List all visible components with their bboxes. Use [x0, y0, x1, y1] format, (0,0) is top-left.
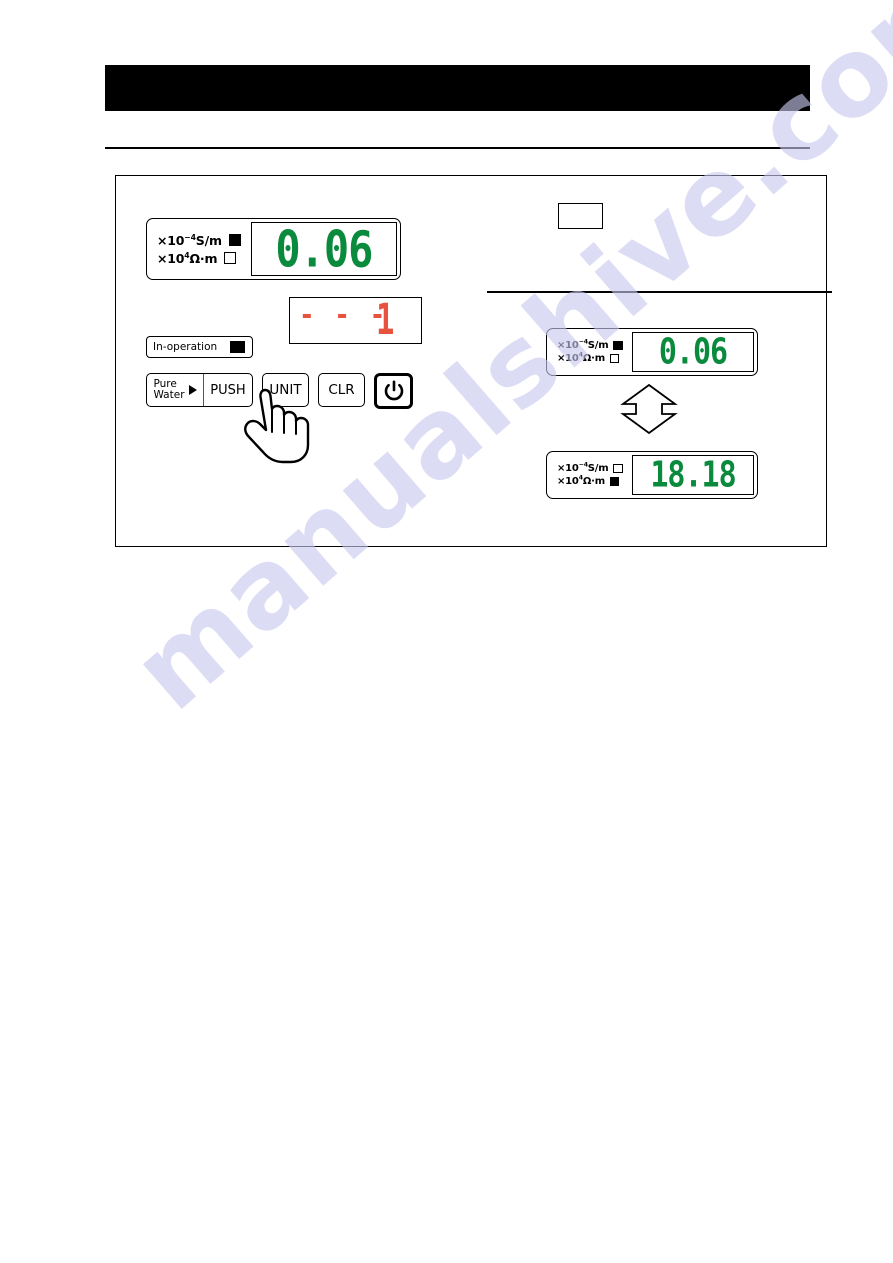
- red-display-digit: 1: [375, 295, 394, 345]
- up-down-toggle-arrow: [618, 383, 680, 440]
- led-indicator-siemens: [613, 463, 623, 474]
- unit-label-ohm: ×104Ω·m: [557, 351, 605, 364]
- led-indicator-siemens: [613, 340, 623, 351]
- clr-button[interactable]: CLR: [318, 373, 365, 407]
- bottom-meter-value: 18.18: [650, 454, 736, 496]
- header-divider-rule: [105, 147, 810, 149]
- unit-label-siemens: ×10−4S/m: [557, 461, 609, 474]
- main-meter-value: 0.06: [275, 220, 373, 278]
- led-indicator-ohm: [609, 476, 620, 487]
- unit-row-ohm: ×104Ω·m: [557, 474, 623, 487]
- resistivity-mode-meter: ×10−4S/m ×104Ω·m 18.18: [546, 451, 758, 499]
- right-triangle-icon: [188, 385, 197, 395]
- top-meter-value: 0.06: [658, 331, 728, 373]
- bottom-meter-screen: 18.18: [631, 454, 754, 496]
- led-indicator-ohm: [224, 252, 237, 264]
- pure-water-label: Pure Water: [153, 378, 185, 401]
- top-meter-unit-legend: ×10−4S/m ×104Ω·m: [550, 332, 629, 372]
- page-header-bar: [105, 65, 810, 111]
- blank-callout-box: [558, 203, 603, 229]
- main-meter-unit-legend: ×10−4S/m ×104Ω·m: [150, 222, 247, 276]
- in-operation-led: [230, 341, 245, 353]
- bottom-meter-unit-legend: ×10−4S/m ×104Ω·m: [550, 455, 629, 495]
- unit-row-ohm: ×104Ω·m: [557, 351, 623, 364]
- pointing-hand-cursor: [241, 388, 319, 475]
- unit-label-siemens: ×10−4S/m: [157, 232, 222, 248]
- secondary-red-display: - - - 1: [289, 297, 422, 344]
- unit-label-siemens: ×10−4S/m: [557, 338, 609, 351]
- unit-row-siemens: ×10−4S/m: [157, 233, 241, 248]
- unit-label-ohm: ×104Ω·m: [157, 250, 218, 266]
- unit-row-siemens: ×10−4S/m: [557, 338, 623, 351]
- pure-water-section[interactable]: Pure Water: [147, 374, 204, 406]
- pure-water-push-button[interactable]: Pure Water PUSH: [146, 373, 253, 407]
- annotation-rule: [487, 291, 832, 293]
- unit-row-ohm: ×104Ω·m: [157, 251, 241, 266]
- power-icon: [384, 380, 403, 401]
- control-panel-figure: ×10−4S/m ×104Ω·m 0.06 - - - 1 In-operati…: [115, 175, 832, 547]
- conductivity-mode-meter: ×10−4S/m ×104Ω·m 0.06: [546, 328, 758, 376]
- unit-label-ohm: ×104Ω·m: [557, 474, 605, 487]
- main-meter-screen: 0.06: [250, 220, 397, 278]
- led-indicator-siemens: [228, 234, 241, 246]
- power-button[interactable]: [374, 373, 413, 409]
- top-meter-screen: 0.06: [631, 331, 754, 373]
- unit-row-siemens: ×10−4S/m: [557, 461, 623, 474]
- in-operation-label: In-operation: [153, 341, 218, 353]
- in-operation-indicator: In-operation: [146, 336, 253, 358]
- red-display-dashes: - - -: [299, 298, 388, 332]
- led-indicator-ohm: [609, 353, 620, 364]
- main-conductivity-meter: ×10−4S/m ×104Ω·m 0.06: [146, 218, 401, 280]
